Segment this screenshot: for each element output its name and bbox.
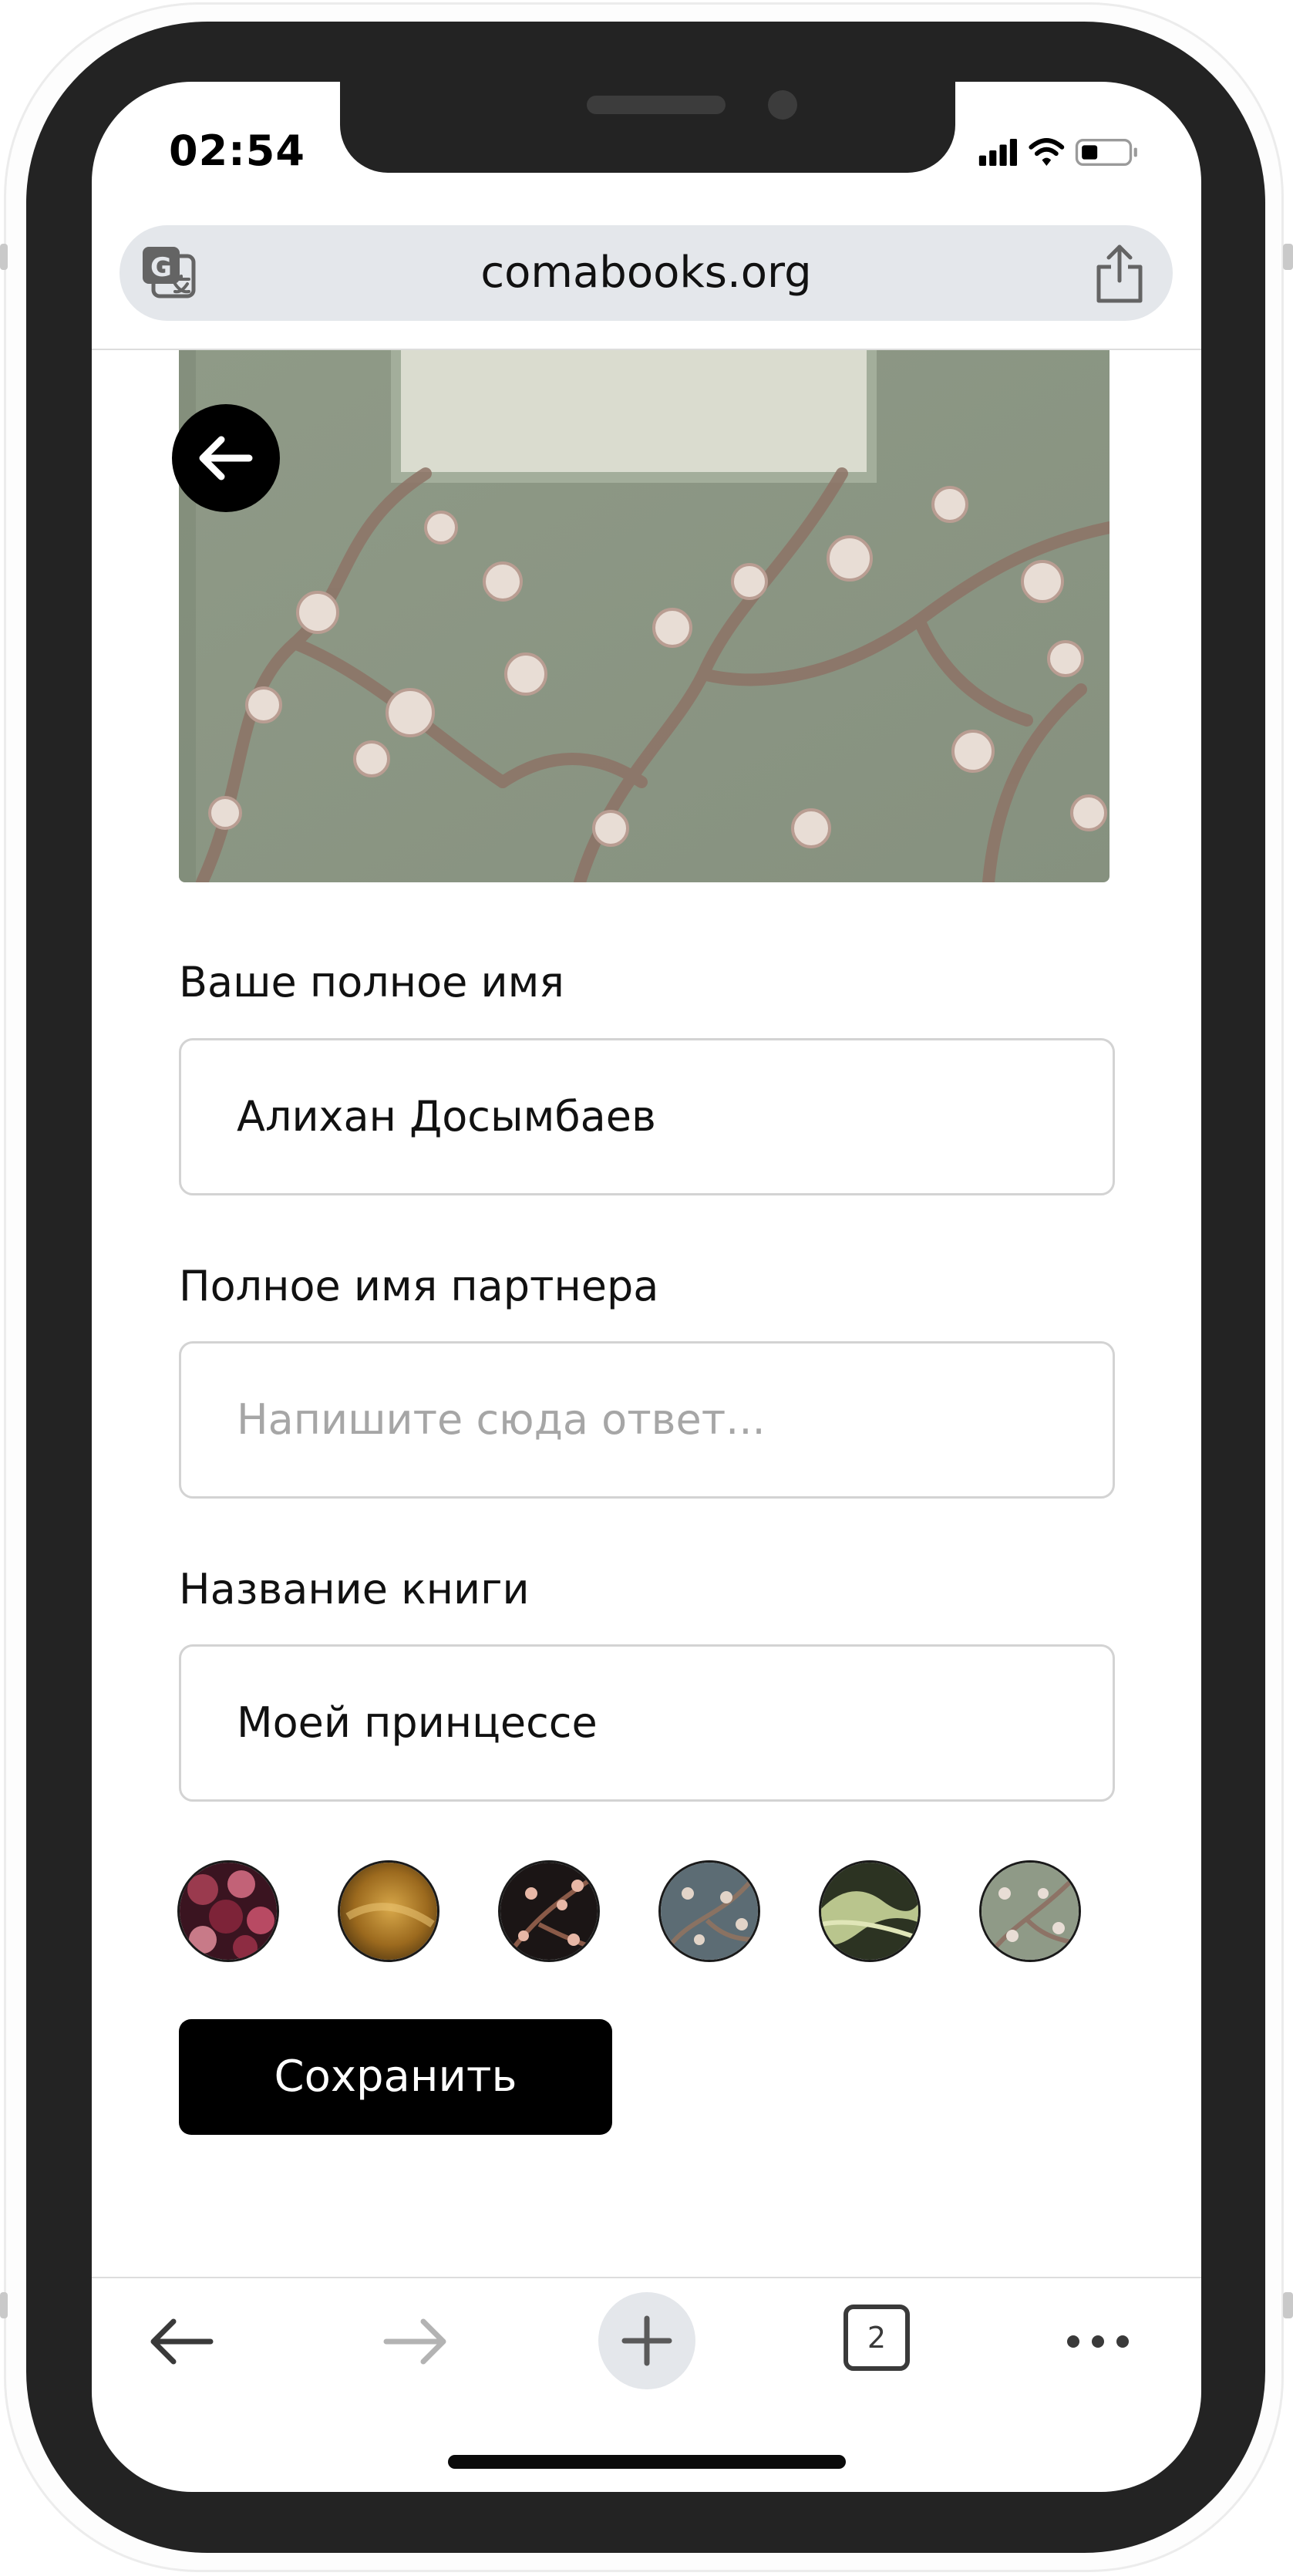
- book-cover-preview: [179, 350, 1109, 882]
- side-button-right-2: [1283, 2292, 1293, 2318]
- full-name-field[interactable]: Алихан Досымбаев: [179, 1038, 1115, 1195]
- battery-icon: [1075, 139, 1137, 166]
- address-bar[interactable]: G comabooks.org: [120, 225, 1173, 321]
- cover-swatch-golden-amber[interactable]: [338, 1860, 439, 1962]
- cover-swatch-slate-blossom[interactable]: [658, 1860, 760, 1962]
- more-dots-icon[interactable]: [1059, 2303, 1136, 2380]
- back-arrow-icon[interactable]: [143, 2303, 220, 2380]
- wifi-icon: [1029, 138, 1065, 166]
- side-button-left: [0, 244, 8, 270]
- cover-swatch-green-storm[interactable]: [819, 1860, 921, 1962]
- speaker: [587, 96, 726, 114]
- front-camera: [768, 90, 797, 120]
- tab-count: 2: [867, 2321, 887, 2355]
- partner-name-placeholder[interactable]: Напишите сюда ответ...: [237, 1344, 766, 1496]
- full-name-value[interactable]: Алихан Досымбаев: [237, 1040, 656, 1193]
- cover-swatch-dark-red-roses[interactable]: [177, 1860, 279, 1962]
- url-text[interactable]: comabooks.org: [120, 225, 1173, 321]
- save-button[interactable]: Сохранить: [179, 2019, 612, 2135]
- book-title-label: Название книги: [179, 1565, 530, 1613]
- notch: [340, 82, 955, 173]
- cover-swatch-sage-blossom[interactable]: [979, 1860, 1081, 1962]
- partner-name-field[interactable]: Напишите сюда ответ...: [179, 1341, 1115, 1499]
- share-icon[interactable]: [1091, 241, 1148, 305]
- status-time: 02:54: [169, 126, 305, 175]
- cover-artwork: [179, 350, 1109, 882]
- arrow-left-icon: [199, 436, 253, 480]
- side-button-right: [1283, 244, 1293, 270]
- book-title-field[interactable]: Моей принцессе: [179, 1644, 1115, 1802]
- cover-swatch-black-blossom[interactable]: [498, 1860, 600, 1962]
- tabs-count-icon[interactable]: 2: [842, 2303, 911, 2372]
- phone-screen: 02:54 G comabooks.org Ваше полное имя Ал…: [92, 82, 1201, 2492]
- home-indicator[interactable]: [448, 2455, 846, 2469]
- side-button-left-2: [0, 2292, 8, 2318]
- back-button[interactable]: [172, 404, 280, 512]
- status-icons: [978, 138, 1137, 166]
- full-name-label: Ваше полное имя: [179, 958, 564, 1006]
- partner-name-label: Полное имя партнера: [179, 1262, 659, 1310]
- new-tab-plus-icon[interactable]: [597, 2291, 697, 2391]
- cellular-signal-icon: [978, 139, 1017, 166]
- bottom-toolbar-divider: [92, 2277, 1201, 2278]
- forward-arrow-icon[interactable]: [377, 2303, 454, 2380]
- book-title-value[interactable]: Моей принцессе: [237, 1647, 598, 1799]
